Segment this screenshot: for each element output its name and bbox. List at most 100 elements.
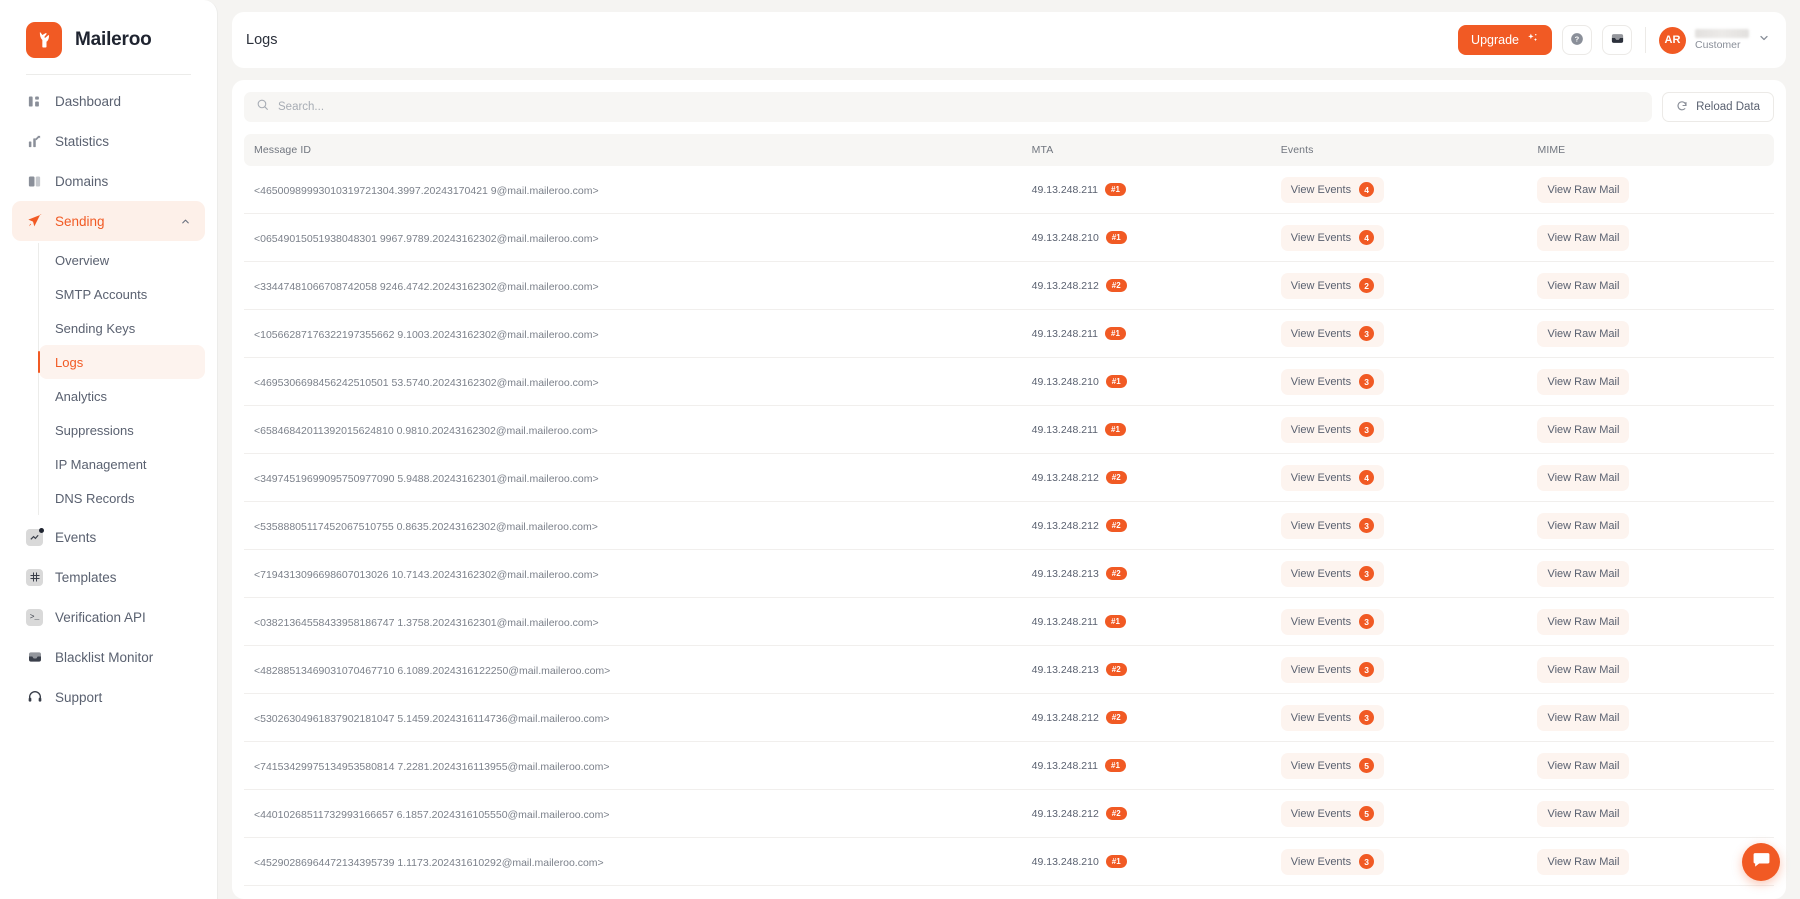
sidebar-item-statistics[interactable]: Statistics: [12, 121, 205, 161]
view-raw-mail-button[interactable]: View Raw Mail: [1537, 608, 1630, 635]
message-id-value: <46500989993010319721304.3997.2024317042…: [254, 184, 599, 197]
view-raw-mail-button[interactable]: View Raw Mail: [1537, 848, 1630, 875]
sidebar-item-domains[interactable]: Domains: [12, 161, 205, 201]
view-events-label: View Events: [1290, 615, 1352, 628]
view-raw-mail-button[interactable]: View Raw Mail: [1537, 224, 1630, 251]
logs-toolbar: Reload Data: [244, 92, 1774, 122]
topbar-actions: Upgrade ? AR Customer: [1458, 25, 1774, 55]
view-events-button[interactable]: View Events 5: [1280, 800, 1385, 827]
view-raw-mail-button[interactable]: View Raw Mail: [1537, 512, 1630, 539]
sidebar-item-events[interactable]: Events: [12, 517, 205, 557]
view-raw-mail-button[interactable]: View Raw Mail: [1537, 800, 1630, 827]
view-raw-mail-button[interactable]: View Raw Mail: [1537, 176, 1630, 203]
view-raw-mail-button[interactable]: View Raw Mail: [1537, 704, 1630, 731]
sending-subnav: Overview SMTP Accounts Sending Keys Logs…: [38, 243, 205, 515]
sidebar-subitem-dns-records[interactable]: DNS Records: [39, 481, 205, 515]
view-events-button[interactable]: View Events 3: [1280, 416, 1385, 443]
view-events-button[interactable]: View Events 3: [1280, 368, 1385, 395]
sidebar-subitem-analytics[interactable]: Analytics: [39, 379, 205, 413]
help-button[interactable]: ?: [1562, 25, 1592, 55]
chevron-down-icon: [1758, 31, 1770, 49]
events-count-badge: 4: [1359, 470, 1375, 485]
message-id-value: <33447481066708742058 9246.4742.20243162…: [254, 280, 599, 293]
view-events-label: View Events: [1290, 279, 1352, 292]
mta-cell: 49.13.248.213 #2: [1032, 663, 1281, 676]
sidebar-subitem-logs[interactable]: Logs: [38, 345, 205, 379]
message-id-value: <4695306698456242510501 53.5740.20243162…: [254, 376, 599, 389]
sidebar-subitem-smtp-accounts[interactable]: SMTP Accounts: [39, 277, 205, 311]
sidebar-subitem-ip-management[interactable]: IP Management: [39, 447, 205, 481]
message-id-value: <06549015051938048301 9967.9789.20243162…: [254, 232, 599, 245]
view-events-button[interactable]: View Events 3: [1280, 656, 1385, 683]
sidebar-item-blacklist-monitor[interactable]: Blacklist Monitor: [12, 637, 205, 677]
message-id-value: <34974519699095750977090 5.9488.20243162…: [254, 472, 599, 485]
view-raw-mail-label: View Raw Mail: [1547, 615, 1620, 628]
headset-icon: [26, 689, 43, 706]
view-raw-mail-button[interactable]: View Raw Mail: [1537, 464, 1630, 491]
view-events-button[interactable]: View Events 4: [1280, 464, 1385, 491]
view-raw-mail-button[interactable]: View Raw Mail: [1537, 320, 1630, 347]
view-raw-mail-button[interactable]: View Raw Mail: [1537, 560, 1630, 587]
view-events-button[interactable]: View Events 3: [1280, 512, 1385, 539]
sidebar-subitem-overview[interactable]: Overview: [39, 243, 205, 277]
message-id-value: <48288513469031070467710 6.1089.20243161…: [254, 664, 611, 677]
view-events-label: View Events: [1290, 807, 1352, 820]
mta-ip-value: 49.13.248.212: [1031, 279, 1099, 292]
message-id-value: <45290286964472134395739 1.1173.20243161…: [254, 856, 604, 869]
sidebar: Maileroo Dashboard Statistics Domains Se…: [0, 0, 218, 899]
view-events-label: View Events: [1290, 183, 1352, 196]
search-icon: [256, 98, 269, 116]
column-header-mta: MTA: [1031, 144, 1054, 156]
table-row: <74153429975134953580814 7.2281.20243161…: [244, 742, 1774, 790]
view-raw-mail-label: View Raw Mail: [1547, 423, 1620, 436]
user-menu[interactable]: AR Customer: [1659, 26, 1774, 54]
mta-cell: 49.13.248.212 #2: [1032, 711, 1281, 724]
view-events-label: View Events: [1290, 711, 1352, 724]
main-content: Logs Upgrade ? AR Customer Search... Rel…: [218, 0, 1800, 899]
sidebar-item-support[interactable]: Support: [12, 677, 205, 717]
events-count-badge: 3: [1359, 326, 1375, 341]
view-events-label: View Events: [1290, 759, 1352, 772]
templates-grid-icon: [26, 568, 43, 586]
sidebar-item-dashboard[interactable]: Dashboard: [12, 81, 205, 121]
view-events-button[interactable]: View Events 3: [1280, 320, 1385, 347]
events-count-badge: 2: [1359, 278, 1375, 293]
view-events-button[interactable]: View Events 4: [1280, 176, 1385, 203]
view-raw-mail-button[interactable]: View Raw Mail: [1537, 656, 1630, 683]
sidebar-item-verification-api[interactable]: >_ Verification API: [12, 597, 205, 637]
view-events-button[interactable]: View Events 4: [1280, 224, 1385, 251]
mta-ip-value: 49.13.248.211: [1031, 327, 1099, 340]
view-raw-mail-button[interactable]: View Raw Mail: [1537, 272, 1630, 299]
sidebar-subitem-label: Analytics: [55, 388, 108, 404]
sidebar-item-sending[interactable]: Sending: [12, 201, 205, 241]
brand[interactable]: Maileroo: [0, 18, 217, 58]
upgrade-button[interactable]: Upgrade: [1458, 25, 1552, 55]
view-events-button[interactable]: View Events 3: [1280, 704, 1385, 731]
table-row: <03821364558433958186747 1.3758.20243162…: [244, 598, 1774, 646]
view-events-button[interactable]: View Events 3: [1280, 848, 1385, 875]
reload-data-button[interactable]: Reload Data: [1662, 92, 1774, 122]
view-events-button[interactable]: View Events 3: [1280, 608, 1385, 635]
inbox-button[interactable]: [1602, 25, 1632, 55]
sidebar-subitem-sending-keys[interactable]: Sending Keys: [39, 311, 205, 345]
table-body: <46500989993010319721304.3997.2024317042…: [244, 166, 1774, 886]
sidebar-subitem-suppressions[interactable]: Suppressions: [39, 413, 205, 447]
view-events-label: View Events: [1290, 855, 1352, 868]
table-row: <10566287176322197355662 9.1003.20243162…: [244, 310, 1774, 358]
table-row: <4695306698456242510501 53.5740.20243162…: [244, 358, 1774, 406]
sidebar-subitem-label: Logs: [55, 354, 84, 370]
view-raw-mail-button[interactable]: View Raw Mail: [1537, 752, 1630, 779]
chat-support-button[interactable]: [1742, 843, 1780, 881]
search-container[interactable]: [244, 92, 1653, 122]
search-input[interactable]: [278, 101, 1641, 113]
view-events-button[interactable]: View Events 5: [1280, 752, 1385, 779]
inbox-icon: [1610, 31, 1625, 49]
view-raw-mail-button[interactable]: View Raw Mail: [1537, 416, 1630, 443]
sidebar-item-templates[interactable]: Templates: [12, 557, 205, 597]
table-row: <44010268511732993166657 6.1857.20243161…: [244, 790, 1774, 838]
view-events-button[interactable]: View Events 3: [1280, 560, 1385, 587]
view-events-button[interactable]: View Events 2: [1280, 272, 1385, 299]
sidebar-item-label: Dashboard: [55, 93, 122, 109]
column-header-events: Events: [1280, 144, 1314, 156]
view-raw-mail-button[interactable]: View Raw Mail: [1537, 368, 1630, 395]
